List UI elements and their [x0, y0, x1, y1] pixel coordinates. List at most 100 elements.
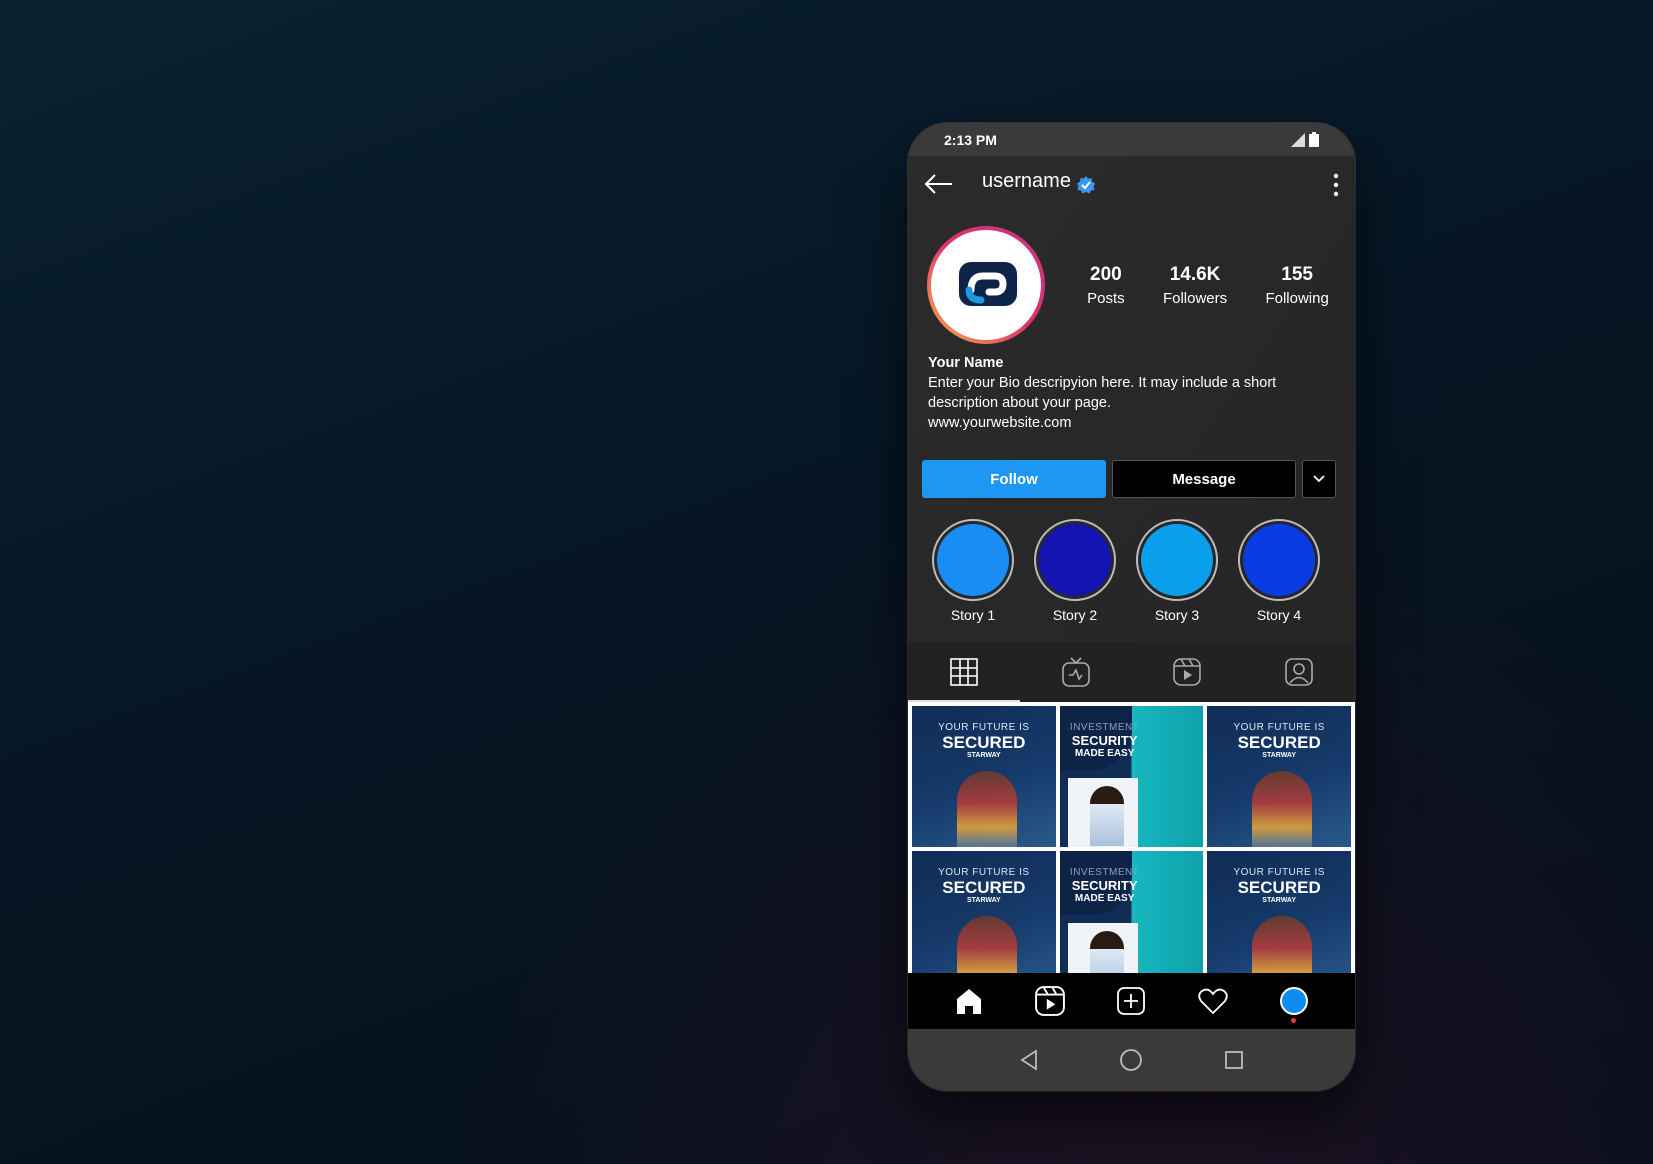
story-ring [1238, 519, 1320, 601]
story-label: Story 2 [1052, 607, 1098, 623]
bio-text-line: Enter your Bio descripyion here. It may … [928, 375, 1277, 391]
follow-button[interactable]: Follow [922, 460, 1106, 498]
posts-grid: YOUR FUTURE IS SECURED STARWAY INVESTMEN… [908, 702, 1355, 973]
tagged-icon [1285, 658, 1313, 686]
story-label: Story 1 [950, 607, 996, 623]
suggestions-dropdown-button[interactable] [1302, 460, 1336, 498]
story-thumbnail [1243, 524, 1315, 596]
profile-username: username [982, 170, 1071, 192]
igtv-icon [1061, 657, 1090, 687]
reels-icon [1035, 986, 1065, 1016]
signal-icon [1291, 133, 1305, 147]
tab-grid[interactable] [908, 642, 1020, 702]
story-highlights: Story 1 Story 2 Story 3 Story 4 [922, 519, 1330, 623]
profile-name: Your Name [928, 355, 1004, 371]
post-thumbnail[interactable]: YOUR FUTURE IS SECURED STARWAY [1207, 851, 1351, 973]
notification-dot [1291, 1018, 1297, 1023]
square-recents-icon [1224, 1051, 1243, 1069]
story-thumbnail [1141, 524, 1213, 596]
nav-reels[interactable] [1030, 981, 1070, 1021]
post-photo [1252, 916, 1313, 973]
profile-actions: Follow Message [922, 460, 1341, 498]
nav-new-post[interactable] [1111, 981, 1151, 1021]
bottom-nav [908, 973, 1355, 1029]
system-back-button[interactable] [1014, 1045, 1044, 1075]
bio-text-line: description about your page. [928, 395, 1111, 411]
add-post-icon [1117, 987, 1146, 1015]
post-caption-line: STARWAY [966, 897, 1001, 904]
status-icons [1291, 132, 1319, 147]
story-label: Story 4 [1256, 607, 1302, 623]
post-caption-line: STARWAY [1262, 897, 1297, 904]
arrow-left-icon[interactable] [922, 170, 954, 198]
post-photo [957, 771, 1017, 847]
post-caption-line: YOUR FUTURE IS [1233, 722, 1325, 733]
post-photo-person [1089, 786, 1124, 846]
verified-badge-icon [1077, 176, 1095, 194]
grid-icon [950, 658, 978, 686]
post-thumbnail[interactable]: YOUR FUTURE IS SECURED STARWAY [912, 851, 1056, 973]
brand-logo-icon [959, 262, 1017, 306]
profile-stats: 200 Posts 14.6K Followers 155 Following [1068, 264, 1348, 307]
website-link[interactable]: www.yourwebsite.com [928, 413, 1325, 433]
post-caption-line: SECURITY [1071, 878, 1138, 893]
post-thumbnail[interactable]: INVESTMENT SECURITY MADE EASY [1059, 851, 1204, 973]
story-highlight[interactable]: Story 1 [922, 519, 1024, 623]
post-caption-line: SECURED [1237, 878, 1321, 897]
nav-activity[interactable] [1193, 981, 1233, 1021]
stat-value: 155 [1281, 264, 1313, 285]
post-photo-person [1089, 931, 1124, 973]
stat-following[interactable]: 155 Following [1265, 264, 1328, 307]
story-label: Story 3 [1154, 607, 1200, 623]
status-time: 2:13 PM [944, 132, 997, 148]
stat-value: 14.6K [1169, 264, 1221, 285]
stat-label: Posts [1087, 290, 1125, 307]
tab-igtv[interactable] [1020, 642, 1132, 702]
post-thumbnail[interactable]: YOUR FUTURE IS SECURED STARWAY [912, 706, 1056, 847]
post-caption-line: SECURED [942, 878, 1026, 897]
chevron-down-icon [1313, 475, 1325, 483]
phone-frame: 2:13 PM username 200 Posts 14.6K Followe… [908, 123, 1355, 1091]
profile-avatar[interactable] [927, 226, 1045, 344]
post-caption-line: YOUR FUTURE IS [938, 867, 1030, 878]
post-caption-line: STARWAY [966, 752, 1001, 759]
story-highlight[interactable]: Story 2 [1024, 519, 1126, 623]
profile-screen: username 200 Posts 14.6K Followers 155 F… [908, 156, 1355, 1091]
nav-profile[interactable] [1274, 981, 1314, 1023]
post-caption-line: STARWAY [1262, 752, 1297, 759]
nav-home[interactable] [949, 981, 989, 1021]
post-thumbnail[interactable]: YOUR FUTURE IS SECURED STARWAY [1207, 706, 1351, 847]
post-photo [957, 916, 1017, 973]
story-ring [1136, 519, 1218, 601]
stat-label: Followers [1162, 290, 1228, 307]
story-thumbnail [937, 524, 1009, 596]
story-highlight[interactable]: Story 4 [1228, 519, 1330, 623]
stat-posts[interactable]: 200 Posts [1087, 264, 1125, 307]
post-caption-line: INVESTMENT [1069, 867, 1140, 878]
post-thumbnail[interactable]: INVESTMENT SECURITY MADE EASY [1059, 706, 1204, 847]
post-caption-line: INVESTMENT [1069, 722, 1140, 733]
heart-icon [1198, 988, 1228, 1015]
more-vertical-icon[interactable] [1331, 172, 1341, 198]
profile-bio: Your Name Enter your Bio descripyion her… [928, 353, 1325, 433]
post-caption-line: SECURED [942, 733, 1026, 752]
system-home-button[interactable] [1116, 1045, 1146, 1075]
message-button[interactable]: Message [1112, 460, 1296, 498]
battery-icon [1309, 132, 1319, 147]
post-caption-line: SECURED [1237, 733, 1321, 752]
home-icon [956, 989, 981, 1014]
stat-followers[interactable]: 14.6K Followers [1163, 264, 1227, 307]
triangle-back-icon [1020, 1049, 1038, 1071]
story-highlight[interactable]: Story 3 [1126, 519, 1228, 623]
post-caption-line: MADE EASY [1074, 748, 1135, 759]
system-recents-button[interactable] [1219, 1045, 1249, 1075]
circle-home-icon [1120, 1049, 1143, 1071]
stat-label: Following [1265, 290, 1329, 307]
tab-reels[interactable] [1132, 642, 1244, 702]
tab-tagged[interactable] [1243, 642, 1355, 702]
story-ring [932, 519, 1014, 601]
reels-icon [1173, 658, 1202, 686]
post-caption-line: MADE EASY [1074, 893, 1135, 904]
profile-avatar-icon [1280, 987, 1309, 1015]
post-photo [1252, 771, 1313, 847]
